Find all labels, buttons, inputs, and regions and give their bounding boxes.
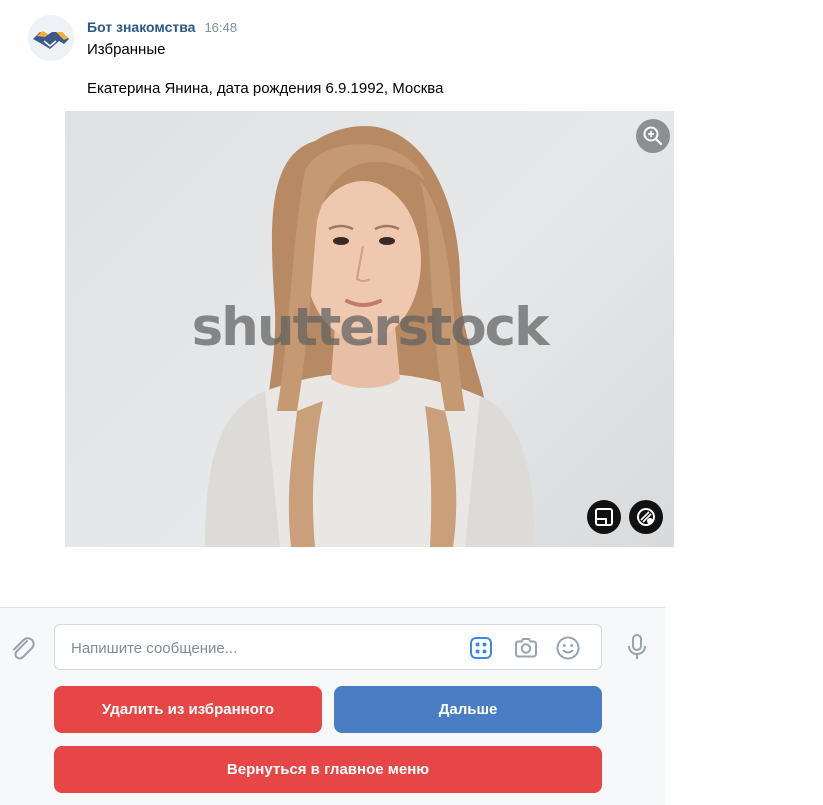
bot-keyboard-icon (470, 637, 492, 659)
next-button[interactable]: Дальше (334, 686, 602, 733)
camera-icon (515, 638, 537, 658)
message-text-profile: Екатерина Янина, дата рождения 6.9.1992,… (87, 80, 444, 97)
message-text-title: Избранные (87, 41, 166, 58)
bot-keyboard-button[interactable] (468, 635, 494, 661)
message-time[interactable]: 16:48 (204, 20, 237, 35)
ai-edit-icon (637, 508, 655, 526)
watermark-text: shutterstock (191, 297, 550, 358)
emoji-button[interactable] (555, 635, 581, 661)
message-header: Бот знакомства 16:48 (87, 19, 237, 37)
composer-panel: Удалить из избранного Дальше Вернуться в… (0, 607, 665, 805)
voice-message-button[interactable] (622, 632, 652, 662)
emoji-icon (556, 636, 580, 660)
message-input-box[interactable] (54, 624, 602, 670)
zoom-in-button[interactable] (636, 119, 670, 153)
sender-name[interactable]: Бот знакомства (87, 19, 195, 35)
paperclip-icon (13, 637, 35, 660)
handshake-icon (28, 15, 74, 61)
crop-icon (595, 508, 613, 526)
microphone-icon (628, 634, 646, 659)
bot-avatar[interactable] (28, 15, 74, 61)
camera-button[interactable] (513, 635, 539, 661)
profile-photo[interactable]: shutterstock (65, 111, 674, 547)
chat-page: Бот знакомства 16:48 Избранные Екатерина… (0, 0, 823, 805)
ai-edit-button[interactable] (629, 500, 663, 534)
zoom-in-icon (643, 126, 663, 146)
crop-button[interactable] (587, 500, 621, 534)
attach-button[interactable] (7, 633, 37, 663)
message-input[interactable] (71, 637, 451, 659)
remove-from-favorites-button[interactable]: Удалить из избранного (54, 686, 322, 733)
main-menu-button[interactable]: Вернуться в главное меню (54, 746, 602, 793)
